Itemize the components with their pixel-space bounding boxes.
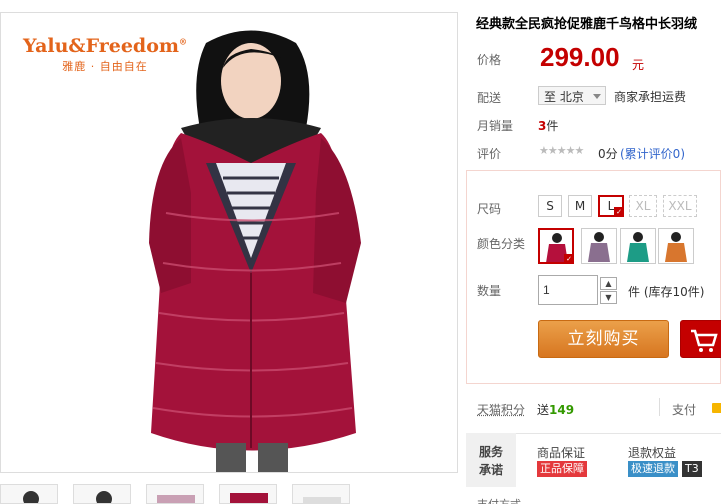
divider: [659, 398, 660, 416]
product-main-image[interactable]: Yalu&Freedom® 雅鹿 · 自由自在: [0, 12, 458, 473]
fast-refund-badge[interactable]: 极速退款: [628, 461, 678, 477]
payment-label: 支付: [672, 401, 696, 418]
shipping-label: 配送: [477, 89, 501, 106]
thumbnail[interactable]: [73, 484, 131, 504]
payment-card-icon: [712, 403, 721, 413]
color-swatch-purple[interactable]: [581, 228, 617, 264]
check-icon: ✓: [564, 254, 574, 264]
price-unit: 元: [632, 56, 644, 73]
quantity-input[interactable]: [538, 275, 598, 305]
payment-methods-label: 支付方式: [477, 496, 521, 504]
add-to-cart-button[interactable]: [680, 320, 721, 358]
stock-info: 件 (库存10件): [628, 283, 704, 300]
thumbnail-strip: [0, 484, 460, 504]
refund-tier-tag: T3: [682, 461, 702, 477]
monthly-sales-value: 3件: [538, 117, 558, 134]
thumbnail[interactable]: [146, 484, 204, 504]
thumbnail[interactable]: [292, 484, 350, 504]
authentic-guarantee-badge[interactable]: 正品保障: [537, 461, 587, 477]
thumbnail[interactable]: [0, 484, 58, 504]
rating-label: 评价: [477, 145, 501, 162]
shipping-destination-select[interactable]: 至 北京: [538, 86, 606, 105]
color-label: 颜色分类: [477, 235, 525, 252]
quantity-increase-button[interactable]: ▲: [600, 277, 617, 290]
brand-logo: Yalu&Freedom® 雅鹿 · 自由自在: [23, 35, 187, 74]
size-label: 尺码: [477, 200, 501, 217]
color-swatch-green[interactable]: [620, 228, 656, 264]
thumbnail[interactable]: [219, 484, 277, 504]
brand-logo-tagline: 雅鹿 · 自由自在: [23, 58, 187, 74]
quantity-label: 数量: [477, 282, 501, 299]
price-value: 299.00: [540, 42, 620, 73]
guarantee-title: 商品保证: [537, 444, 585, 461]
rating-stars-icon: ★★★★★: [539, 144, 583, 157]
color-swatch-red[interactable]: ✓: [538, 228, 574, 264]
product-photo-illustration: [1, 13, 458, 473]
cart-icon: [681, 321, 721, 357]
size-option-l[interactable]: L ✓: [598, 195, 624, 217]
review-count-link[interactable]: (累计评价0): [620, 145, 685, 162]
size-option-xxl[interactable]: XXL: [663, 195, 697, 217]
rating-score: 0分: [598, 145, 618, 162]
brand-logo-name: Yalu&Freedom®: [23, 35, 187, 57]
size-option-xl[interactable]: XL: [629, 195, 657, 217]
color-swatch-orange[interactable]: [658, 228, 694, 264]
chevron-down-icon: [593, 94, 601, 99]
service-heading: 服务 承诺: [466, 433, 516, 487]
size-option-m[interactable]: M: [568, 195, 592, 217]
tmall-points-label[interactable]: 天猫积分: [477, 401, 525, 418]
monthly-sales-label: 月销量: [477, 117, 513, 134]
refund-title: 退款权益: [628, 444, 676, 461]
buy-now-button[interactable]: 立刻购买: [538, 320, 669, 358]
price-label: 价格: [477, 51, 501, 68]
check-icon: ✓: [614, 207, 624, 217]
product-title: 经典款全民疯抢促雅鹿千鸟格中长羽绒: [476, 13, 721, 32]
shipping-destination-value: 至 北京: [544, 90, 584, 104]
shipping-note: 商家承担运费: [614, 88, 686, 105]
quantity-decrease-button[interactable]: ▼: [600, 291, 617, 304]
tmall-points-value: 送149: [537, 401, 574, 418]
size-option-s[interactable]: S: [538, 195, 562, 217]
